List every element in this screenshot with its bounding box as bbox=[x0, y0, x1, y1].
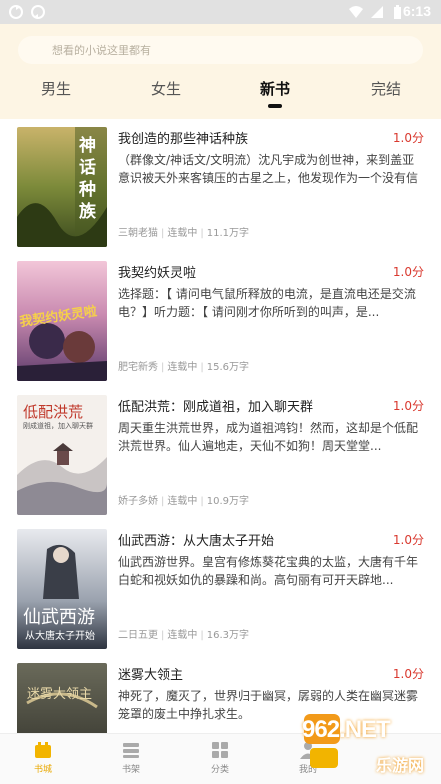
header: 想看的小说这里都有 男生 女生 新书 完结 bbox=[0, 24, 441, 119]
book-description: 周天重生洪荒世界，成为道祖鸿钧！然而，这却是个低配洪荒世界。仙人遍地走，天仙不如… bbox=[118, 421, 419, 453]
signal-icon bbox=[371, 6, 383, 18]
cover-title: 神话种族 bbox=[79, 136, 96, 222]
book-list: 神话种族 我创造的那些神话种族 1.0分 （群像文/神话文/文明流）沈凡宇成为创… bbox=[0, 119, 441, 733]
meta-separator: | bbox=[161, 362, 165, 373]
cover-title: 低配洪荒 bbox=[23, 403, 84, 421]
book-words: 10.9万字 bbox=[206, 496, 250, 507]
book-description: 选择题：【 请问电气鼠所释放的电流，是直流电还是交流电？】听力题：【 请问刚才你… bbox=[118, 287, 416, 319]
tab-new-books[interactable]: 新书 bbox=[235, 78, 315, 99]
book-meta: 肥宅新秀 | 连载中 | 15.6万字 bbox=[118, 358, 249, 373]
meta-separator: | bbox=[161, 228, 165, 239]
book-title: 我契约妖灵啦 bbox=[118, 266, 197, 281]
watermark-subtext: 乐游网 bbox=[376, 756, 425, 775]
book-meta: 三朝老猫 | 连载中 | 11.1万字 bbox=[118, 224, 249, 239]
book-item[interactable]: 神话种族 我创造的那些神话种族 1.0分 （群像文/神话文/文明流）沈凡宇成为创… bbox=[0, 119, 441, 253]
watermark-logo-text: 962.NET bbox=[302, 716, 391, 743]
book-cover: 低配洪荒 刚成道祖，加入聊天群 bbox=[17, 395, 107, 515]
status-time: 6:13 bbox=[402, 3, 431, 19]
book-title: 低配洪荒：刚成道祖，加入聊天群 bbox=[118, 400, 314, 415]
search-box[interactable]: 想看的小说这里都有 bbox=[18, 36, 423, 64]
book-author: 三朝老猫 bbox=[118, 228, 158, 239]
book-title: 我创造的那些神话种族 bbox=[118, 132, 249, 147]
tabbar-label: 书城 bbox=[33, 765, 52, 775]
tab-completed[interactable]: 完结 bbox=[346, 78, 426, 99]
cover-subtitle: 从大唐太子开始 bbox=[25, 631, 95, 642]
meta-separator: | bbox=[200, 362, 204, 373]
bookshelf-icon bbox=[123, 743, 139, 758]
book-words: 16.3万字 bbox=[206, 630, 250, 641]
tabbar-label: 分类 bbox=[210, 765, 229, 775]
tab-female[interactable]: 女生 bbox=[126, 78, 206, 99]
sync-icon bbox=[9, 5, 23, 19]
book-meta: 二日五更 | 连载中 | 16.3万字 bbox=[118, 626, 249, 641]
book-score: 1.0分 bbox=[392, 533, 424, 547]
meta-separator: | bbox=[200, 496, 204, 507]
book-cover: 神话种族 bbox=[17, 127, 107, 247]
tab-male[interactable]: 男生 bbox=[16, 78, 96, 99]
meta-separator: | bbox=[161, 630, 165, 641]
book-words: 15.6万字 bbox=[206, 362, 250, 373]
category-icon bbox=[212, 742, 228, 758]
meta-separator: | bbox=[200, 228, 204, 239]
search-placeholder: 想看的小说这里都有 bbox=[52, 44, 151, 57]
book-score: 1.0分 bbox=[392, 131, 424, 145]
book-cover: 我契约妖灵啦 bbox=[17, 261, 107, 381]
cover-title: 迷雾大领主 bbox=[27, 687, 93, 702]
book-score: 1.0分 bbox=[392, 399, 424, 413]
cover-subtitle: 刚成道祖，加入聊天群 bbox=[23, 422, 93, 430]
book-cover: 迷雾大领主 bbox=[17, 663, 107, 733]
book-author: 娇子多娇 bbox=[118, 496, 158, 507]
book-cover: 仙武西游 从大唐太子开始 bbox=[17, 529, 107, 649]
cover-title: 仙武西游 bbox=[23, 607, 95, 628]
meta-separator: | bbox=[200, 630, 204, 641]
book-item[interactable]: 仙武西游 从大唐太子开始 仙武西游：从大唐太子开始 1.0分 仙武西游世界。皇宫… bbox=[0, 521, 441, 655]
category-tabs: 男生 女生 新书 完结 bbox=[0, 76, 441, 116]
book-meta: 娇子多娇 | 连载中 | 10.9万字 bbox=[118, 492, 249, 507]
book-status: 连载中 bbox=[167, 362, 198, 373]
sync-alt-icon bbox=[31, 5, 45, 19]
meta-separator: | bbox=[161, 496, 165, 507]
wifi-icon bbox=[349, 6, 363, 18]
book-status: 连载中 bbox=[167, 496, 198, 507]
book-words: 11.1万字 bbox=[206, 228, 250, 239]
book-author: 二日五更 bbox=[118, 630, 158, 641]
status-bar: 6:13 bbox=[0, 0, 441, 24]
tabbar-bookstore[interactable]: 书城 bbox=[13, 740, 73, 775]
book-description: 仙武西游世界。皇宫有修炼葵花宝典的太监，大唐有千年白蛇和视妖如仇的暴躁和尚。高句… bbox=[118, 555, 419, 587]
site-watermark: 962.NET 乐游网 bbox=[296, 706, 441, 784]
tabbar-label: 书架 bbox=[121, 765, 140, 775]
book-title: 迷雾大领主 bbox=[118, 668, 184, 683]
book-item[interactable]: 我契约妖灵啦 我契约妖灵啦 1.0分 选择题：【 请问电气鼠所释放的电流，是直流… bbox=[0, 253, 441, 387]
book-description: （群像文/神话文/文明流）沈凡宇成为创世神，来到盖亚意识被天外来客镇压的古星之上… bbox=[118, 153, 419, 185]
book-score: 1.0分 bbox=[392, 265, 424, 279]
tab-active-indicator bbox=[268, 104, 282, 108]
book-score: 1.0分 bbox=[392, 667, 424, 681]
book-status: 连载中 bbox=[167, 228, 198, 239]
bookstore-icon bbox=[35, 742, 51, 758]
book-title: 仙武西游：从大唐太子开始 bbox=[118, 534, 275, 549]
book-status: 连载中 bbox=[167, 630, 198, 641]
tabbar-category[interactable]: 分类 bbox=[190, 740, 250, 775]
book-item[interactable]: 低配洪荒 刚成道祖，加入聊天群 低配洪荒：刚成道祖，加入聊天群 1.0分 周天重… bbox=[0, 387, 441, 521]
book-author: 肥宅新秀 bbox=[118, 362, 158, 373]
tabbar-bookshelf[interactable]: 书架 bbox=[101, 740, 161, 775]
